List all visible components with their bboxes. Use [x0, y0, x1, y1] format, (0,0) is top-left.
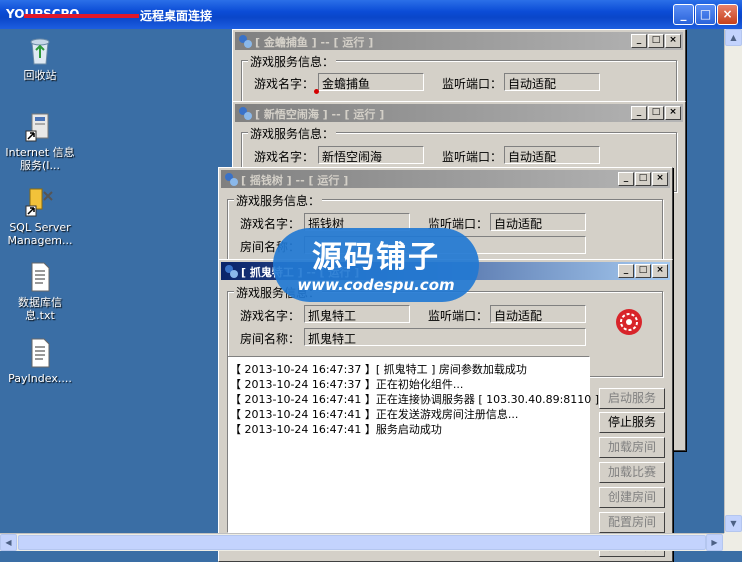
scroll-down-icon[interactable]: ▼ — [725, 515, 742, 532]
log-row: 【 2013-10-24 16:47:37 】正在初始化组件... — [230, 378, 464, 391]
listen-port-field[interactable]: 自动适配 — [490, 305, 586, 323]
text-file-icon — [24, 337, 56, 369]
listen-port-field[interactable]: 自动适配 — [490, 213, 586, 231]
window-titlebar[interactable]: [ 新悟空闹海 ] -- [ 运行 ] _ □ × — [235, 104, 683, 122]
maximize-button[interactable]: □ — [635, 264, 651, 278]
desktop-icon-iis[interactable]: Internet 信息服务(I... — [4, 111, 76, 172]
remote-desktop-titlebar[interactable]: YOUPSCPO 远程桌面连接 _ □ × — [0, 0, 742, 29]
maximize-button[interactable]: □ — [695, 4, 716, 25]
start-service-button[interactable]: 启动服务 — [599, 388, 665, 409]
service-log[interactable]: 【 2013-10-24 16:47:37 】[ 抓鬼特工 ] 房间参数加载成功… — [227, 356, 600, 533]
close-button[interactable]: × — [652, 172, 668, 186]
desktop-icon-recycle-bin[interactable]: 回收站 — [4, 34, 76, 82]
window-titlebar[interactable]: [ 金蟾捕鱼 ] -- [ 运行 ] _ □ × — [235, 32, 683, 50]
minimize-button[interactable]: _ — [631, 106, 647, 120]
scroll-right-icon[interactable]: ▶ — [706, 534, 723, 551]
recycle-bin-icon — [24, 34, 56, 66]
listen-port-field[interactable]: 自动适配 — [504, 146, 600, 164]
scroll-thumb[interactable] — [18, 535, 706, 550]
minimize-button[interactable]: _ — [618, 172, 634, 186]
create-room-button[interactable]: 创建房间 — [599, 487, 665, 508]
maximize-button[interactable]: □ — [648, 34, 664, 48]
redaction-mark — [24, 14, 139, 18]
iis-shortcut-icon — [24, 111, 56, 143]
game-name-field[interactable]: 金蟾捕鱼 — [318, 73, 424, 91]
listen-port-field[interactable]: 自动适配 — [504, 73, 600, 91]
minimize-button[interactable]: _ — [618, 264, 634, 278]
desktop-icon-payindex[interactable]: PayIndex.... — [4, 337, 76, 385]
app-icon — [237, 105, 253, 121]
game-logo-icon — [614, 307, 644, 337]
window-zhuagui[interactable]: [ 抓鬼特工 ] -- [ 运行 ] _ □ × 游戏服务信息： 游戏名字： 抓… — [218, 259, 673, 562]
close-button[interactable]: × — [652, 264, 668, 278]
game-name-field[interactable]: 新悟空闹海 — [318, 146, 424, 164]
app-icon — [237, 33, 253, 49]
close-button[interactable]: × — [665, 34, 681, 48]
text-file-icon — [24, 261, 56, 293]
maximize-button[interactable]: □ — [648, 106, 664, 120]
load-room-button[interactable]: 加载房间 — [599, 437, 665, 458]
log-row: 【 2013-10-24 16:47:41 】服务启动成功 — [230, 423, 442, 436]
remote-desktop-title-suffix: 远程桌面连接 — [140, 9, 213, 23]
app-icon — [223, 171, 239, 187]
scroll-left-icon[interactable]: ◀ — [0, 534, 17, 551]
log-row: 【 2013-10-24 16:47:41 】正在连接协调服务器 [ 103.3… — [230, 393, 600, 406]
desktop-icon-db-info[interactable]: 数据库信息.txt — [4, 261, 76, 322]
vertical-scrollbar[interactable]: ▲ ▼ — [724, 29, 742, 533]
sql-server-icon — [24, 186, 56, 218]
stop-service-button[interactable]: 停止服务 — [599, 412, 665, 433]
desktop: 回收站 Internet 信息服务(I... SQL Server Manage… — [0, 29, 724, 562]
log-row: 【 2013-10-24 16:47:41 】正在发送游戏房间注册信息... — [230, 408, 519, 421]
app-icon — [223, 263, 239, 279]
minimize-button[interactable]: _ — [673, 4, 694, 25]
close-button[interactable]: × — [665, 106, 681, 120]
scroll-up-icon[interactable]: ▲ — [725, 29, 742, 46]
room-name-field[interactable]: 抓鬼特工 — [304, 328, 586, 346]
window-titlebar[interactable]: [ 摇钱树 ] -- [ 运行 ] _ □ × — [221, 170, 670, 188]
minimize-button[interactable]: _ — [631, 34, 647, 48]
watermark: 源码铺子 www.codespu.com — [273, 228, 479, 302]
scrollbar-corner — [724, 533, 742, 551]
cursor-dot — [314, 89, 319, 94]
close-button[interactable]: × — [717, 4, 738, 25]
configure-room-button[interactable]: 配置房间 — [599, 512, 665, 533]
load-match-button[interactable]: 加载比赛 — [599, 462, 665, 483]
horizontal-scrollbar[interactable]: ◀ ▶ — [0, 533, 724, 551]
desktop-icon-sql-server[interactable]: SQL Server Managem... — [4, 186, 76, 247]
maximize-button[interactable]: □ — [635, 172, 651, 186]
log-row: 【 2013-10-24 16:47:37 】[ 抓鬼特工 ] 房间参数加载成功 — [230, 363, 527, 376]
game-name-field[interactable]: 抓鬼特工 — [304, 305, 410, 323]
